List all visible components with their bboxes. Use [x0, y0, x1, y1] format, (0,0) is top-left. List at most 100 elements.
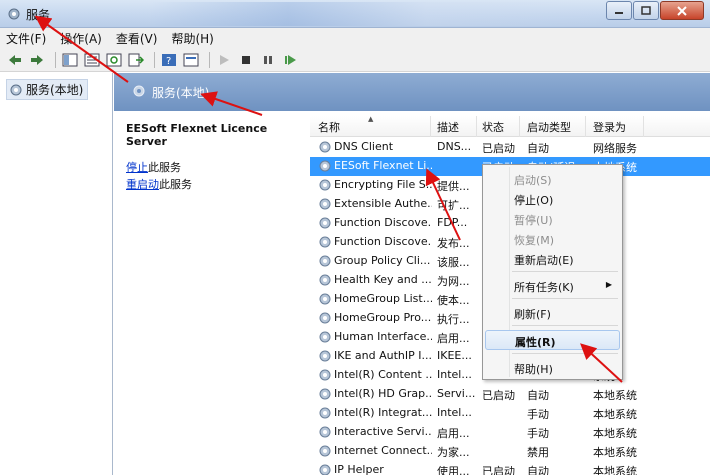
service-gear-icon — [319, 217, 331, 229]
cell-startup: 自动 — [527, 465, 549, 475]
cell-name: HomeGroup Pro... — [334, 311, 432, 324]
forward-button[interactable] — [28, 51, 46, 69]
cell-name: Group Policy Cli... — [334, 254, 431, 267]
pause-service-button[interactable] — [259, 51, 277, 69]
table-row[interactable]: IP Helper 使用... 已启动 自动 本地系统 — [310, 461, 710, 475]
menu-item-help[interactable]: 帮助(H) — [485, 358, 620, 378]
menu-separator — [512, 298, 618, 299]
back-button[interactable] — [6, 51, 24, 69]
cell-name: Function Discove... — [334, 235, 432, 248]
cell-desc: Intel... — [437, 368, 472, 381]
table-row[interactable]: DNS Client DNS... 已启动 自动 网络服务 — [310, 138, 710, 157]
start-service-button[interactable] — [215, 51, 233, 69]
tree-item-services-local[interactable]: 服务(本地) — [6, 79, 89, 100]
menu-item-properties[interactable]: 属性(R) — [485, 330, 620, 350]
menu-help[interactable]: 帮助(H) — [171, 30, 213, 47]
restart-service-button[interactable] — [281, 51, 299, 69]
table-row[interactable]: Internet Connect... 为家... 禁用 本地系统 — [310, 442, 710, 461]
title-bar: 服务 — [0, 0, 710, 28]
cell-name: Interactive Servi... — [334, 425, 432, 438]
column-header-logon-as[interactable]: 登录为 — [593, 119, 626, 135]
service-gear-icon — [319, 274, 331, 286]
submenu-arrow-icon: ▶ — [605, 280, 612, 289]
menu-bar: 文件(F) 操作(A) 查看(V) 帮助(H) — [0, 28, 710, 48]
cell-status: 已启动 — [482, 142, 515, 155]
menu-item-label: 刷新(F) — [514, 308, 551, 321]
close-button[interactable] — [660, 1, 704, 20]
service-gear-icon — [319, 464, 331, 475]
cell-name: Intel(R) HD Grap... — [334, 387, 432, 400]
cell-name: Human Interface... — [334, 330, 432, 343]
table-row[interactable]: Interactive Servi... 启用... 手动 本地系统 — [310, 423, 710, 442]
menu-item-restart[interactable]: 重新启动(E) — [485, 249, 620, 269]
menu-view[interactable]: 查看(V) — [116, 30, 158, 47]
service-gear-icon — [319, 369, 331, 381]
menu-item-resume[interactable]: 恢复(M) — [485, 229, 620, 249]
menu-item-start[interactable]: 启动(S) — [485, 169, 620, 189]
tree-item-label: 服务(本地) — [26, 83, 84, 97]
column-header-startup-type[interactable]: 启动类型 — [527, 119, 571, 135]
cell-desc: 为家... — [437, 446, 470, 459]
cell-name: Extensible Authe... — [334, 197, 432, 210]
restart-service-link[interactable]: 重启动 — [126, 178, 159, 191]
cell-name: IP Helper — [334, 463, 384, 475]
services-gear-icon — [133, 85, 145, 97]
cell-startup: 自动 — [527, 142, 549, 155]
column-divider[interactable] — [476, 116, 477, 137]
menu-item-refresh[interactable]: 刷新(F) — [485, 303, 620, 323]
menu-item-label: 恢复(M) — [514, 234, 555, 247]
service-gear-icon — [319, 350, 331, 362]
cell-logon: 本地系统 — [593, 446, 637, 459]
services-gear-icon — [8, 8, 20, 20]
help-icon: ? — [162, 53, 176, 67]
restart-service-suffix: 此服务 — [159, 178, 192, 191]
svg-text:?: ? — [166, 56, 171, 67]
toolbar-separator — [55, 51, 56, 68]
refresh-button[interactable] — [105, 51, 123, 69]
column-header-name[interactable]: 名称 — [318, 119, 340, 135]
restart-service-link-line: 重启动此服务 — [126, 176, 192, 192]
cell-name: Encrypting File S... — [334, 178, 432, 191]
cell-startup: 手动 — [527, 408, 549, 421]
stop-service-suffix: 此服务 — [148, 161, 181, 174]
stop-service-button[interactable] — [237, 51, 255, 69]
menu-item-label: 暂停(U) — [514, 214, 553, 227]
console-tree-icon — [62, 53, 78, 66]
cell-desc: IKEE... — [437, 349, 472, 362]
help-button[interactable]: ? — [160, 51, 178, 69]
export-button[interactable] — [127, 51, 145, 69]
column-header-row: ▲ 名称 描述 状态 启动类型 登录为 — [310, 115, 710, 137]
stop-icon — [242, 55, 250, 64]
cell-desc: 使用... — [437, 465, 470, 475]
column-header-status[interactable]: 状态 — [482, 119, 504, 135]
column-header-description[interactable]: 描述 — [437, 119, 459, 135]
service-gear-icon — [319, 198, 331, 210]
column-divider[interactable] — [643, 116, 644, 137]
show-hide-tree-button[interactable] — [61, 51, 79, 69]
menu-item-pause[interactable]: 暂停(U) — [485, 209, 620, 229]
menu-item-label: 帮助(H) — [514, 363, 553, 376]
menu-file[interactable]: 文件(F) — [6, 30, 46, 47]
cell-desc: 为网... — [437, 275, 470, 288]
sort-ascending-icon: ▲ — [368, 115, 374, 123]
export-icon — [128, 53, 144, 66]
menu-item-stop[interactable]: 停止(O) — [485, 189, 620, 209]
maximize-button[interactable] — [633, 1, 659, 20]
minimize-button[interactable] — [606, 1, 632, 20]
column-divider[interactable] — [585, 116, 586, 137]
properties-view-button[interactable] — [182, 51, 200, 69]
menu-action[interactable]: 操作(A) — [60, 30, 102, 47]
cell-logon: 网络服务 — [593, 142, 637, 155]
table-row[interactable]: Intel(R) HD Grap... Servi... 已启动 自动 本地系统 — [310, 385, 710, 404]
service-gear-icon — [319, 388, 331, 400]
table-row[interactable]: Intel(R) Integrat... Intel... 手动 本地系统 — [310, 404, 710, 423]
pane-header-title: 服务(本地) — [152, 86, 210, 100]
column-divider[interactable] — [430, 116, 431, 137]
menu-item-all-tasks[interactable]: 所有任务(K) ▶ — [485, 276, 620, 296]
services-gear-icon — [10, 84, 22, 95]
stop-service-link[interactable]: 停止 — [126, 161, 148, 174]
list-view-button[interactable] — [83, 51, 101, 69]
minimize-icon — [615, 11, 623, 14]
service-gear-icon — [319, 426, 331, 438]
column-divider[interactable] — [519, 116, 520, 137]
